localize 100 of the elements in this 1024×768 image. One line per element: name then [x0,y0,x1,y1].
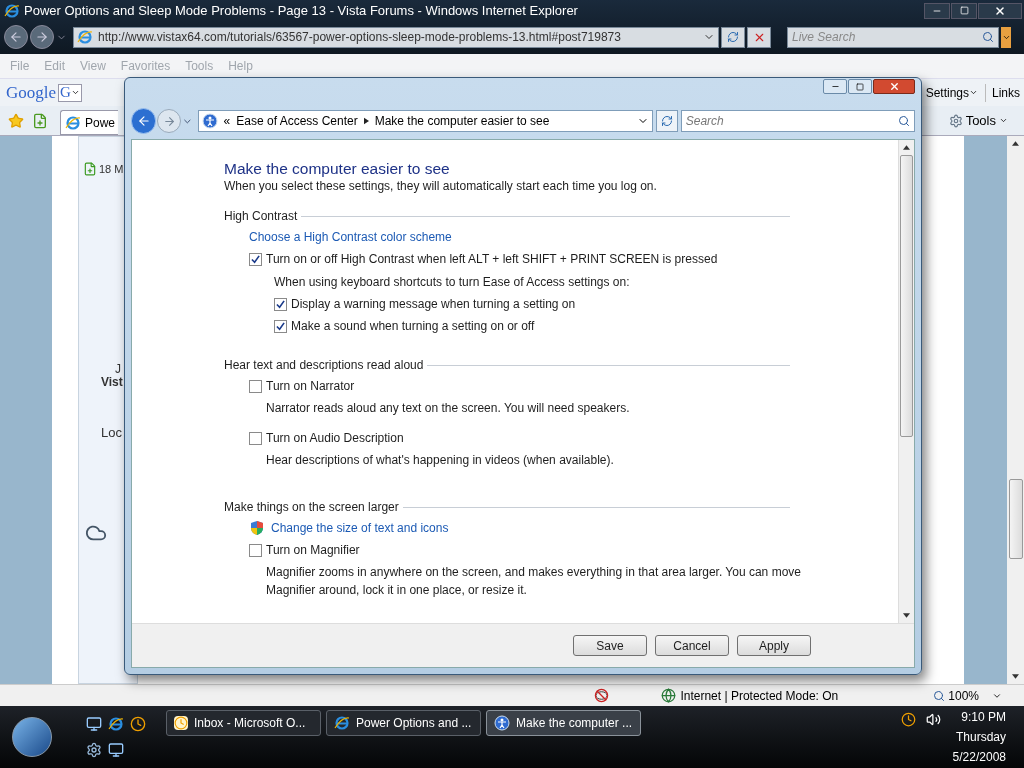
clock-date: 5/22/2008 [952,749,1006,766]
security-zone: Internet | Protected Mode: On [680,687,839,705]
restore-icon [959,6,969,15]
refresh-icon [727,31,739,43]
checkbox-label[interactable]: Turn on Narrator [266,377,355,395]
breadcrumb-root[interactable]: « [223,112,231,130]
back-button[interactable] [4,25,28,49]
tools-menu[interactable]: Tools [948,110,1024,131]
page-scrollbar[interactable] [1007,136,1024,684]
description-text: Magnifier zooms in anywhere on the screen, and makes everything in that area larger. You can move Magnifier around, lock it in one place, or resize it. [266,565,801,597]
user-title: Vist [100,375,124,389]
checkbox-label[interactable]: Turn on Audio Description [266,429,404,447]
checkbox-label[interactable]: Turn on Magnifier [266,541,360,559]
back-button[interactable] [131,108,157,134]
dialog-button[interactable]: Save [573,635,647,656]
user-location: Loc [100,423,123,442]
search-options-button[interactable] [1001,26,1011,48]
checkbox-label[interactable]: Display a warning message when turning a setting on [291,295,576,313]
link[interactable]: Change the size of text and icons [271,519,449,537]
forward-arrow-icon [162,114,176,128]
clock-day: Thursday [955,727,1006,747]
scroll-down-icon[interactable] [1012,674,1019,679]
stop-button[interactable] [747,26,771,48]
ease-of-access-icon [494,715,510,731]
checkbox-label[interactable]: Make a sound when turning a setting on or off [291,317,535,335]
restore-button[interactable] [951,2,977,19]
section-heading: Hear text and descriptions read aloud [224,357,424,374]
breadcrumb-item[interactable]: Make the computer easier to see [374,112,550,130]
globe-icon [661,688,677,703]
dialog-button[interactable]: Apply [737,635,811,656]
browser-tab[interactable]: Powe [60,110,118,135]
section-heading: Make things on the screen larger [224,499,399,516]
refresh-button[interactable] [721,26,745,48]
taskbar-button[interactable]: Inbox - Microsoft O... [166,710,321,736]
ie-icon [4,2,20,19]
forward-arrow-icon [35,30,49,44]
scroll-thumb[interactable] [1008,479,1023,559]
clock-icon [174,716,188,730]
links-button[interactable]: Links [985,83,1024,102]
attachment-icon [83,162,97,177]
start-button[interactable] [12,717,52,757]
search-field[interactable]: Search [680,110,915,132]
taskbar-button[interactable]: Make the computer ... [486,710,641,736]
checkbox-label[interactable]: Turn on or off High Contrast when left ALT + left SHIFT + PRINT SCREEN is pressed [266,250,718,268]
forward-button[interactable] [30,25,54,49]
google-logo: Google [6,81,57,104]
dialog-button[interactable]: Cancel [655,635,729,656]
ie-icon [77,29,93,45]
minimize-button[interactable] [924,2,950,19]
intro-text: When you select these settings, they will automatically start each time you log on. [224,178,658,194]
checkbox[interactable] [249,543,262,557]
back-arrow-icon [136,114,151,128]
minimize-button[interactable] [823,79,847,94]
ie-icon [108,716,124,732]
caret-icon [969,88,978,97]
ie-icon [65,114,81,131]
maximize-icon [856,82,864,91]
scroll-down-icon[interactable] [903,613,910,618]
settings-menu[interactable]: Settings [925,83,983,102]
zoom-button[interactable]: 100% [933,686,1024,705]
add-favorite-icon[interactable] [32,112,48,129]
address-bar[interactable]: http://www.vistax64.com/tutorials/63567-power-options-sleep-mode-problems-13.html#post719873 [73,26,719,48]
caret-icon [70,88,80,97]
clock-icon[interactable] [900,712,916,727]
clock-time: 9:10 PM [961,709,1006,726]
description-text: Narrator reads aloud any text on the screen. You will need speakers. [266,401,630,415]
shield-icon [249,520,265,536]
checkbox[interactable] [274,319,287,333]
checkbox[interactable] [249,252,262,266]
breadcrumb-item[interactable]: Ease of Access Center [236,112,358,130]
instruction-text: When using keyboard shortcuts to turn Ease of Access settings on: [274,273,630,291]
caret-icon [999,116,1008,125]
scroll-up-icon[interactable] [1012,141,1019,146]
search-icon[interactable] [982,31,994,43]
close-button[interactable] [978,2,1022,19]
search-icon[interactable] [898,115,910,127]
breadcrumb-arrow-icon [363,117,369,125]
window-title: Power Options and Sleep Mode Problems - Page 13 - Vista Forums - Windows Internet Explorer [24,1,578,20]
close-icon [888,81,900,92]
search-engine-dropdown[interactable]: G [58,83,82,102]
ease-of-access-icon [201,113,218,129]
close-button[interactable] [873,79,915,94]
checkbox[interactable] [274,297,287,311]
attachment-text: 18 M [99,162,124,177]
monitor-icon[interactable] [108,742,124,758]
show-desktop-icon[interactable] [86,716,102,732]
link[interactable]: Choose a High Contrast color scheme [249,228,452,246]
scroll-thumb[interactable] [900,155,913,437]
scrollbar[interactable] [898,140,914,623]
scroll-up-icon[interactable] [903,145,910,150]
taskbar-button[interactable]: Power Options and ... [326,710,481,736]
gear-icon[interactable] [86,742,102,758]
clock-icon[interactable] [130,716,146,732]
maximize-button[interactable] [848,79,872,94]
checkbox[interactable] [249,431,262,445]
address-bar[interactable]: « Ease of Access Center Make the computer easier to see [197,110,654,132]
ie-icon [334,715,350,731]
checkbox[interactable] [249,379,262,393]
volume-icon[interactable] [925,712,941,727]
back-arrow-icon [9,30,23,44]
